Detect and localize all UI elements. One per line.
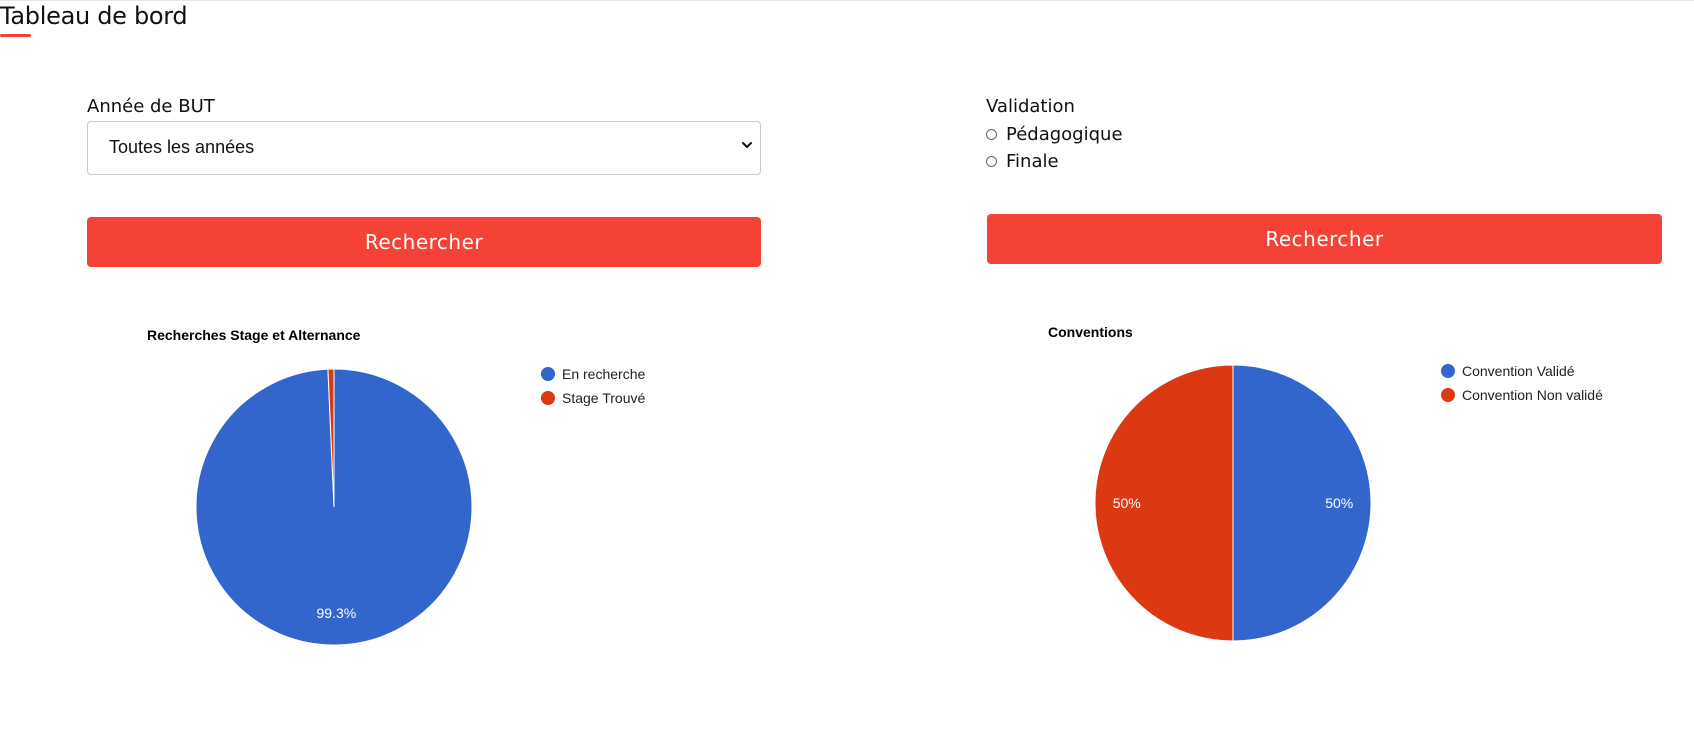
radio-pedagogique[interactable]: Pédagogique (986, 124, 1123, 145)
legend-dot-icon (1441, 364, 1455, 378)
legend-conventions: Convention Validé Convention Non validé (1441, 359, 1603, 407)
top-border (0, 0, 1694, 1)
legend-dot-icon (541, 391, 555, 405)
pie-data-label-1-0: 50% (1325, 495, 1353, 511)
pie-chart-recherches: 99.3% (195, 368, 473, 646)
radio-circle[interactable] (986, 156, 997, 167)
pie-chart-conventions: 50% 50% (1094, 364, 1372, 642)
legend-label: Stage Trouvé (562, 390, 646, 406)
legend-recherches: En recherche Stage Trouvé (541, 362, 645, 410)
radio-label: Finale (1006, 151, 1059, 172)
search-button-left[interactable]: Rechercher (87, 217, 761, 267)
legend-dot-icon (1441, 388, 1455, 402)
year-select[interactable]: Toutes les années (87, 121, 761, 175)
pie-data-label-1-1: 50% (1113, 495, 1141, 511)
year-label: Année de BUT (87, 96, 215, 117)
legend-item: Stage Trouvé (541, 386, 645, 410)
legend-item: En recherche (541, 362, 645, 386)
legend-label: En recherche (562, 366, 646, 382)
pie-data-label-0-0: 99.3% (316, 605, 356, 621)
validation-label: Validation (986, 96, 1075, 117)
chevron-down-icon (742, 142, 752, 148)
chart-title-recherches: Recherches Stage et Alternance (147, 327, 361, 343)
radio-circle[interactable] (986, 129, 997, 140)
legend-label: Convention Non validé (1462, 387, 1603, 403)
page-title: Tableau de bord (0, 2, 188, 30)
year-select-value: Toutes les années (109, 137, 255, 157)
legend-item: Convention Non validé (1441, 383, 1603, 407)
legend-dot-icon (541, 367, 555, 381)
title-underline (0, 34, 31, 37)
legend-label: Convention Validé (1462, 363, 1575, 379)
chart-title-conventions: Conventions (1048, 324, 1133, 340)
radio-label: Pédagogique (1006, 124, 1123, 145)
radio-finale[interactable]: Finale (986, 151, 1059, 172)
search-button-right[interactable]: Rechercher (987, 214, 1662, 264)
legend-item: Convention Validé (1441, 359, 1603, 383)
